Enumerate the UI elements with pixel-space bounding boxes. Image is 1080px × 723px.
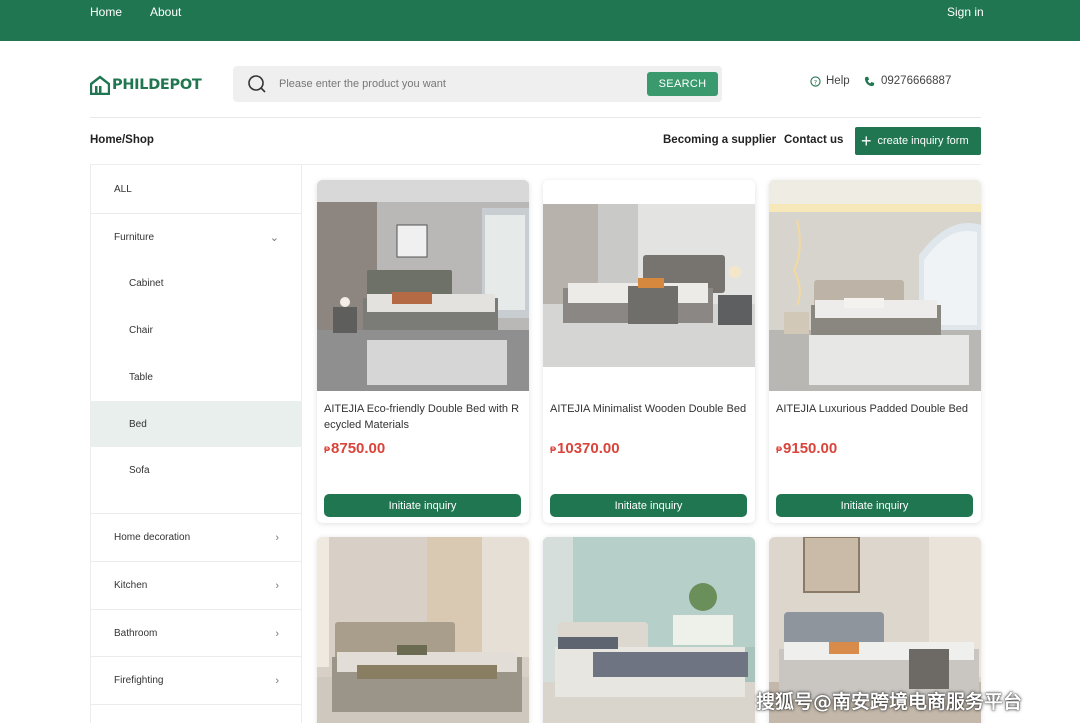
product-title[interactable]: AITEJIA Minimalist Wooden Double Bed [550, 401, 748, 417]
help-label: Help [826, 75, 850, 87]
sidebar-item-home-decoration[interactable]: Home decoration › [91, 514, 301, 561]
sidebar-item-label: Bathroom [114, 628, 158, 639]
search-input[interactable] [279, 73, 659, 95]
phone-icon [864, 76, 875, 86]
sidebar-item-kitchen[interactable]: Kitchen › [91, 562, 301, 609]
sidebar-item-label: Cabinet [129, 278, 164, 289]
initiate-inquiry-button[interactable]: Initiate inquiry [776, 494, 973, 517]
price-value: 10370.00 [557, 440, 620, 457]
product-title[interactable]: AITEJIA Luxurious Padded Double Bed [776, 401, 974, 417]
initiate-inquiry-button[interactable]: Initiate inquiry [324, 494, 521, 517]
sidebar-item-label: ALL [114, 183, 132, 195]
currency-symbol: ₱ [550, 445, 557, 455]
sidebar-item-cabinet[interactable]: Cabinet [91, 260, 301, 307]
search-bar: SEARCH [233, 66, 722, 102]
chevron-right-icon: › [275, 531, 279, 544]
search-button[interactable]: SEARCH [647, 72, 718, 96]
currency-symbol: ₱ [324, 445, 331, 455]
sidebar-item-bed[interactable]: Bed [91, 401, 301, 447]
help-link[interactable]: ? Help [810, 75, 850, 87]
product-image[interactable] [317, 537, 529, 723]
plus-icon: + [861, 131, 872, 151]
product-image[interactable] [543, 180, 755, 391]
sidebar-item-all[interactable]: ALL [91, 165, 301, 213]
product-image[interactable] [317, 180, 529, 391]
category-sidebar: ALL Furniture ⌄ Cabinet Chair Table Bed … [90, 165, 302, 723]
nav-home-link[interactable]: Home [90, 5, 122, 19]
sidebar-item-furniture[interactable]: Furniture ⌄ [91, 214, 301, 260]
price-value: 9150.00 [783, 440, 838, 457]
sidebar-item-label: Chair [129, 325, 153, 336]
nav-about-link[interactable]: About [150, 5, 181, 19]
house-logo-icon [90, 75, 110, 95]
contact-us-link[interactable]: Contact us [784, 134, 843, 146]
create-inquiry-label: create inquiry form [877, 135, 969, 147]
create-inquiry-form-button[interactable]: + create inquiry form [855, 127, 981, 155]
product-card[interactable]: AITEJIA Luxurious Padded Double Bed ₱915… [769, 180, 981, 523]
svg-text:?: ? [814, 78, 817, 86]
sign-in-link[interactable]: Sign in [947, 5, 984, 19]
sidebar-item-bathroom[interactable]: Bathroom › [91, 610, 301, 657]
sidebar-item-table[interactable]: Table [91, 354, 301, 401]
product-price: ₱9150.00 [776, 440, 837, 457]
product-card[interactable]: AITEJIA Minimalist Wooden Double Bed ₱10… [543, 180, 755, 523]
sidebar-item-label: Firefighting [114, 675, 164, 686]
sidebar-item-label: Kitchen [114, 580, 148, 591]
chevron-right-icon: › [275, 579, 279, 592]
phone-contact[interactable]: 09276666887 [864, 75, 951, 87]
price-value: 8750.00 [331, 440, 386, 457]
product-card[interactable] [317, 537, 529, 723]
sidebar-item-sofa[interactable]: Sofa [91, 447, 301, 494]
sidebar-item-label: Bed [129, 418, 147, 430]
sidebar-item-label: Table [129, 372, 153, 383]
watermark-text: 搜狐号@南安跨境电商服务平台 [756, 691, 1023, 713]
product-image[interactable] [543, 537, 755, 723]
breadcrumb[interactable]: Home/Shop [90, 134, 154, 146]
phone-number: 09276666887 [881, 75, 952, 87]
chevron-right-icon: › [275, 627, 279, 640]
product-price: ₱8750.00 [324, 440, 385, 457]
logo-text: PHILDEPOT [112, 77, 202, 93]
product-price: ₱10370.00 [550, 440, 620, 457]
help-icon: ? [810, 75, 821, 87]
product-title[interactable]: AITEJIA Eco-friendly Double Bed with Rec… [324, 401, 522, 433]
product-card[interactable]: AITEJIA Eco-friendly Double Bed with Rec… [317, 180, 529, 523]
initiate-inquiry-button[interactable]: Initiate inquiry [550, 494, 747, 517]
product-card[interactable] [543, 537, 755, 723]
sidebar-item-firefighting[interactable]: Firefighting › [91, 657, 301, 704]
search-icon [248, 75, 266, 93]
chevron-right-icon: › [275, 674, 279, 687]
chevron-down-icon: ⌄ [269, 231, 279, 244]
sidebar-item-chair[interactable]: Chair [91, 307, 301, 354]
header-divider [90, 117, 981, 118]
sidebar-divider [91, 704, 301, 705]
product-image[interactable] [769, 180, 981, 391]
top-nav-bar: Home About Sign in [0, 0, 1080, 41]
phildepot-logo[interactable]: PHILDEPOT [90, 73, 220, 97]
currency-symbol: ₱ [776, 445, 783, 455]
sidebar-item-label: Sofa [129, 465, 150, 476]
sidebar-item-label: Furniture [114, 231, 155, 243]
sidebar-item-label: Home decoration [114, 532, 191, 543]
becoming-supplier-link[interactable]: Becoming a supplier [663, 134, 776, 146]
